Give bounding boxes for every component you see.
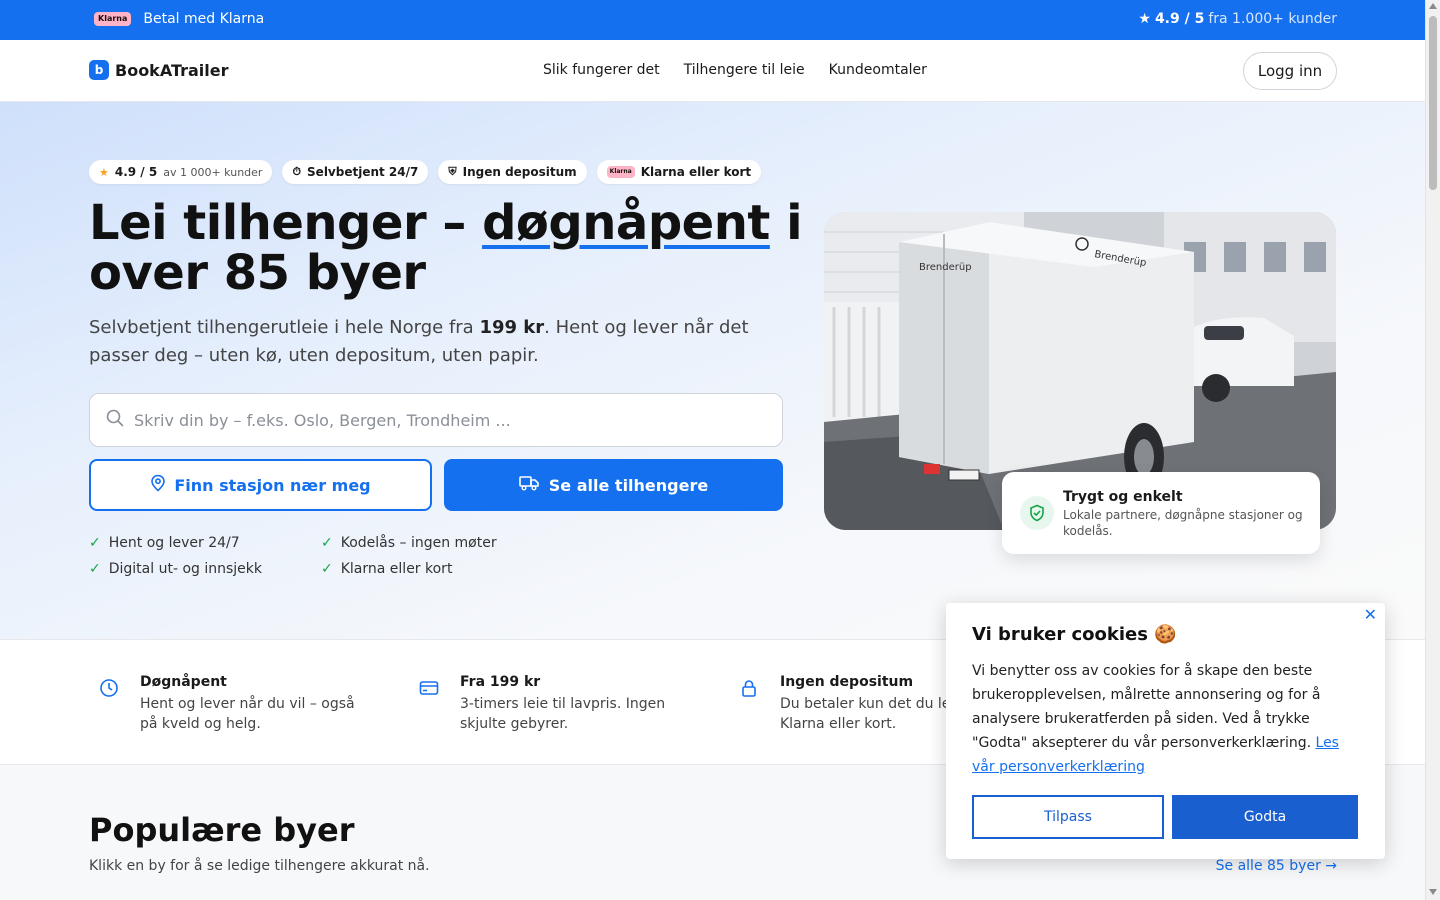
main-nav: Slik fungerer det Tilhengere til leie Ku… (543, 62, 927, 78)
see-all-cities-link[interactable]: Se alle 85 byer → (1216, 858, 1337, 874)
chip-no-deposit-label: Ingen depositum (462, 165, 577, 179)
lock-icon (739, 678, 759, 698)
nav-how-it-works[interactable]: Slik fungerer det (543, 62, 660, 78)
promo-bar: Klarna Betal med Klarna ★ 4.9 / 5 fra 1.… (0, 0, 1425, 40)
shield-icon: ⛨ (448, 165, 457, 178)
scrollbar-thumb[interactable] (1429, 16, 1437, 190)
feature-title: Ingen depositum (780, 674, 914, 690)
see-all-trailers-label: Se alle tilhengere (548, 475, 709, 495)
search-input[interactable] (134, 410, 734, 430)
check-icon: ✓ (89, 535, 101, 551)
hero-chips: ★ 4.9 / 5 av 1 000+ kunder ⏱ Selvbetjent… (89, 160, 762, 184)
cookie-banner: ✕ Vi bruker cookies 🍪 Vi benytter oss av… (946, 603, 1385, 859)
map-pin-icon (150, 474, 166, 496)
cookie-text: Vi benytter oss av cookies for å skape d… (972, 659, 1352, 779)
trust-title: Trygt og enkelt (1063, 489, 1183, 505)
feature-title: Fra 199 kr (460, 674, 541, 690)
feature-title: Døgnåpent (140, 674, 227, 690)
rating-from: fra 1.000+ kunder (1208, 11, 1337, 27)
page-scrollbar[interactable] (1425, 0, 1440, 900)
checklist-item: ✓ Hent og lever 24/7 (89, 535, 240, 551)
hero-lead-part1: Selvbetjent tilhengerutleie i hele Norge… (89, 317, 480, 338)
chip-self-service: ⏱ Selvbetjent 24/7 (282, 160, 429, 184)
feature-text: Hent og lever når du vil – også på kveld… (140, 696, 355, 732)
benefit-checklist: ✓ Hent og lever 24/7 ✓ Kodelås – ingen møt… (89, 535, 569, 577)
card-icon (419, 678, 439, 698)
section-subtitle: Klikk en by for å se ledige tilhengere a… (89, 858, 430, 874)
hero-lead: Selvbetjent tilhengerutleie i hele Norge… (89, 314, 789, 370)
logo-icon: b (89, 60, 109, 80)
chip-rating-score: 4.9 / 5 (114, 165, 158, 179)
star-icon: ★ (99, 165, 109, 179)
chip-no-deposit: ⛨ Ingen depositum (438, 160, 587, 184)
chip-self-service-label: Selvbetjent 24/7 (307, 165, 419, 179)
customize-cookies-button[interactable]: Tilpass (972, 795, 1164, 839)
chip-rating: ★ 4.9 / 5 av 1 000+ kunder (89, 160, 273, 184)
see-all-trailers-button[interactable]: Se alle tilhengere (444, 459, 783, 511)
nav-trailers[interactable]: Tilhengere til leie (684, 62, 805, 78)
truck-icon (518, 475, 539, 495)
rating-summary: ★ 4.9 / 5 fra 1.000+ kunder (1138, 11, 1337, 27)
checklist-item: ✓ Klarna eller kort (321, 561, 453, 577)
cookie-body: Vi benytter oss av cookies for å skape d… (972, 663, 1321, 751)
chip-payment: Klarna Klarna eller kort (596, 160, 762, 184)
hero-section: ★ 4.9 / 5 av 1 000+ kunder ⏱ Selvbetjent… (0, 102, 1425, 639)
hero-title-highlight: døgnåpent (482, 195, 770, 251)
find-station-label: Finn stasjon nær meg (174, 475, 371, 495)
checklist-item: ✓ Digital ut- og innsjekk (89, 561, 263, 577)
chip-payment-label: Klarna eller kort (640, 165, 752, 179)
hero-lead-price: 199 kr (479, 317, 545, 338)
trust-card: Trygt og enkelt Lokale partnere, døgnåpn… (1002, 472, 1320, 554)
klarna-promo-text: Betal med Klarna (143, 11, 265, 27)
trust-text: Lokale partnere, døgnåpne stasjoner og k… (1063, 508, 1303, 538)
klarna-badge: Klarna (606, 166, 635, 178)
check-icon: ✓ (89, 561, 101, 577)
scroll-down-arrow-icon[interactable] (1429, 889, 1437, 895)
klarna-badge: Klarna (94, 12, 132, 26)
chip-rating-sub: av 1 000+ kunder (163, 165, 263, 179)
city-search[interactable] (89, 393, 783, 447)
logo[interactable]: b BookATrailer (89, 60, 229, 80)
klarna-promo: Klarna Betal med Klarna (94, 11, 264, 27)
clock-icon (99, 678, 119, 698)
hero-title: Lei tilhenger – døgnåpent i over 85 byer (89, 198, 809, 298)
logo-text: BookATrailer (115, 60, 229, 80)
cookie-title: Vi bruker cookies 🍪 (972, 624, 1177, 645)
login-button[interactable]: Logg inn (1243, 52, 1337, 90)
section-title: Populære byer (89, 811, 355, 849)
trailer-brand-label: Brenderüp (919, 262, 972, 273)
check-icon: ✓ (321, 561, 333, 577)
search-icon (106, 409, 124, 431)
accept-cookies-button[interactable]: Godta (1172, 795, 1358, 839)
star-icon: ★ (1138, 11, 1151, 27)
rating-score: 4.9 / 5 (1154, 11, 1205, 27)
shield-check-icon (1020, 496, 1054, 530)
feature-text: 3-timers leie til lavpris. Ingen skjulte… (460, 696, 666, 732)
scroll-up-arrow-icon[interactable] (1429, 3, 1437, 9)
nav-reviews[interactable]: Kundeomtaler (829, 62, 927, 78)
site-header: b BookATrailer Slik fungerer det Tilheng… (0, 40, 1425, 102)
close-icon[interactable]: ✕ (1364, 605, 1377, 624)
hero-title-part1: Lei tilhenger – (89, 195, 483, 251)
checklist-item: ✓ Kodelås – ingen møter (321, 535, 497, 551)
find-station-button[interactable]: Finn stasjon nær meg (89, 459, 432, 511)
clock-icon: ⏱ (292, 165, 302, 178)
check-icon: ✓ (321, 535, 333, 551)
